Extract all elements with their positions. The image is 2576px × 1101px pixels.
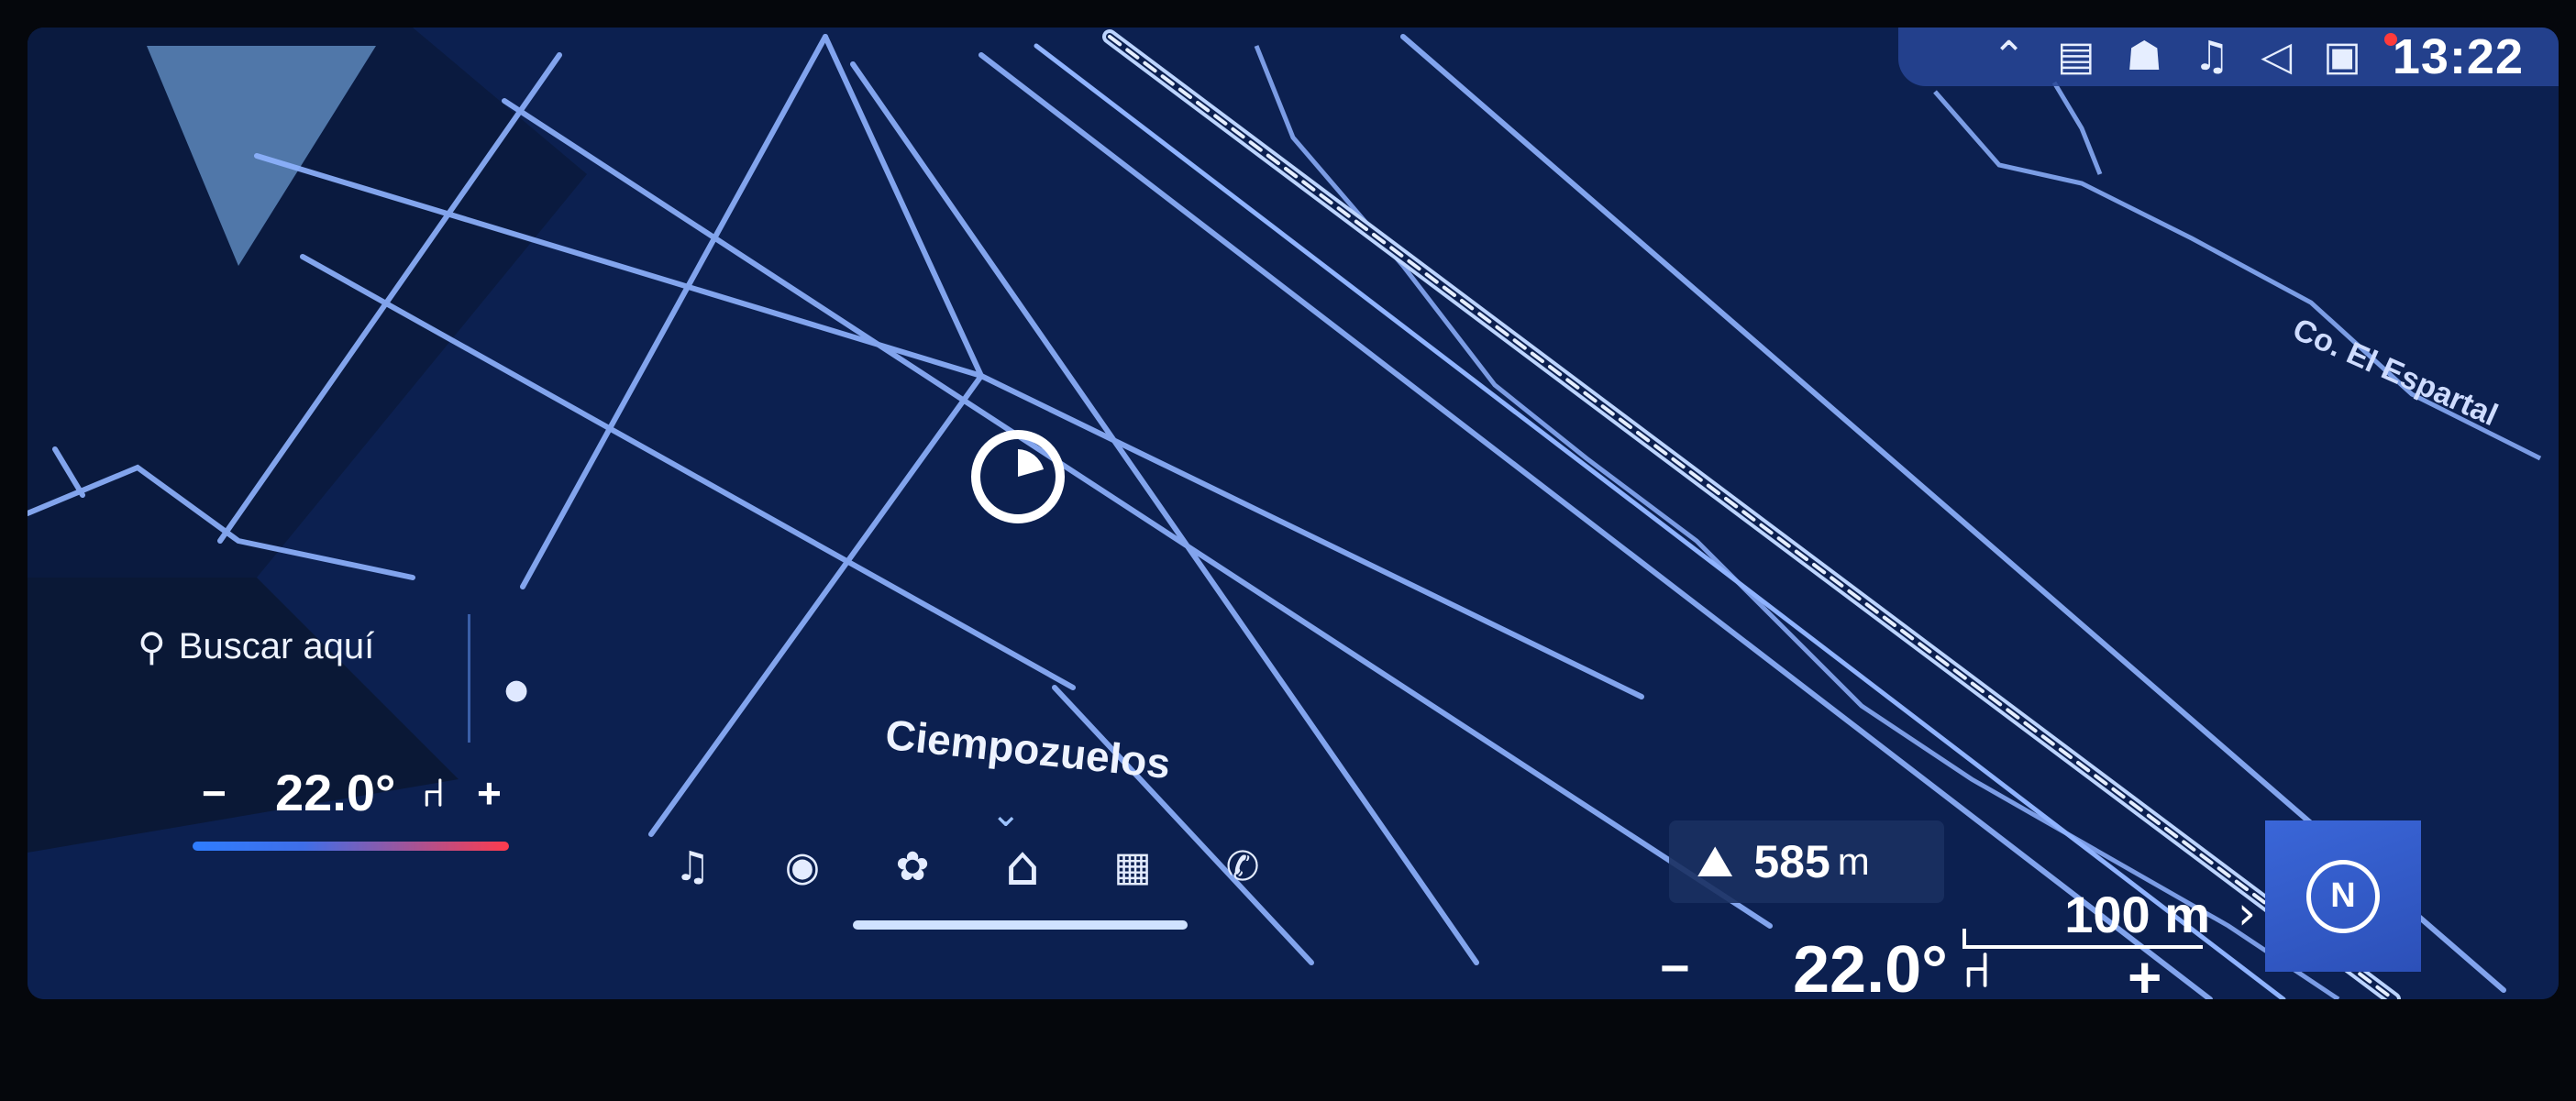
seat-heating-icon[interactable]: ⑁ — [1962, 943, 1991, 998]
temperature-down-button-left[interactable]: − — [202, 768, 227, 818]
temperature-value-left: 22.0° — [275, 764, 396, 821]
temperature-up-button-left[interactable]: + — [477, 768, 502, 818]
divider — [468, 614, 470, 743]
search-icon: ⚲ — [138, 623, 166, 669]
compass-button[interactable]: N — [2265, 820, 2421, 972]
pin-icon[interactable]: ● — [504, 674, 528, 706]
search-field[interactable]: ⚲ Buscar aquí — [138, 614, 449, 678]
search-label: Buscar aquí — [178, 625, 375, 666]
music-note-icon[interactable]: ♫ — [2194, 37, 2229, 77]
profile-icon[interactable]: ▣ — [2323, 37, 2361, 77]
notification-dot — [2384, 33, 2397, 46]
chevron-right-icon[interactable]: › — [2238, 886, 2256, 940]
climate-control-right: − 22.0° ⑁ + — [1651, 930, 2219, 999]
media-disc-icon[interactable]: ◉ — [770, 834, 835, 898]
dock-active-indicator — [853, 920, 1188, 930]
volume-icon[interactable]: ◁ — [2261, 37, 2292, 77]
home-icon[interactable]: ⌂ — [990, 834, 1055, 898]
music-note-icon[interactable]: ♫ — [660, 834, 724, 898]
status-bar: ⌃ ▤ ☗ ♫ ◁ ▣ 13:22 — [1898, 28, 2559, 86]
elevation-display: ⛰ 585 m — [1669, 820, 1944, 903]
temperature-up-button-right[interactable]: + — [2128, 943, 2161, 999]
apps-grid-icon[interactable]: ▦ — [1100, 834, 1165, 898]
elevation-unit: m — [1837, 840, 1870, 883]
phone-icon[interactable]: ✆ — [1211, 834, 1275, 898]
compass-north-label: N — [2330, 876, 2356, 915]
seat-heating-icon[interactable]: ⑁ — [422, 770, 445, 815]
chevron-up-icon[interactable]: ⌃ — [1992, 37, 2026, 77]
map-badge-icon[interactable]: ▤ — [2057, 37, 2095, 77]
driver-assist-icon[interactable]: ☗ — [2127, 37, 2162, 77]
fan-icon[interactable]: ✿ — [880, 834, 945, 898]
mountain-icon: ⛰ — [1697, 835, 1734, 887]
app-dock: ♫ ◉ ✿ ⌂ ▦ ✆ — [660, 825, 1321, 935]
infotainment-screen: Co. El Espartal ⌃ ▤ ☗ ♫ ◁ ▣ 13:22 ⚲ Busc… — [28, 28, 2559, 999]
temperature-slider-left[interactable] — [193, 842, 509, 851]
compass-icon: N — [2306, 859, 2380, 933]
elevation-value: 585 — [1753, 836, 1830, 887]
climate-control-left: − 22.0° ⑁ + — [193, 761, 523, 862]
temperature-down-button-right[interactable]: − — [1660, 938, 1690, 997]
status-time: 13:22 — [2392, 29, 2524, 84]
temperature-value-right: 22.0° — [1793, 933, 1948, 999]
